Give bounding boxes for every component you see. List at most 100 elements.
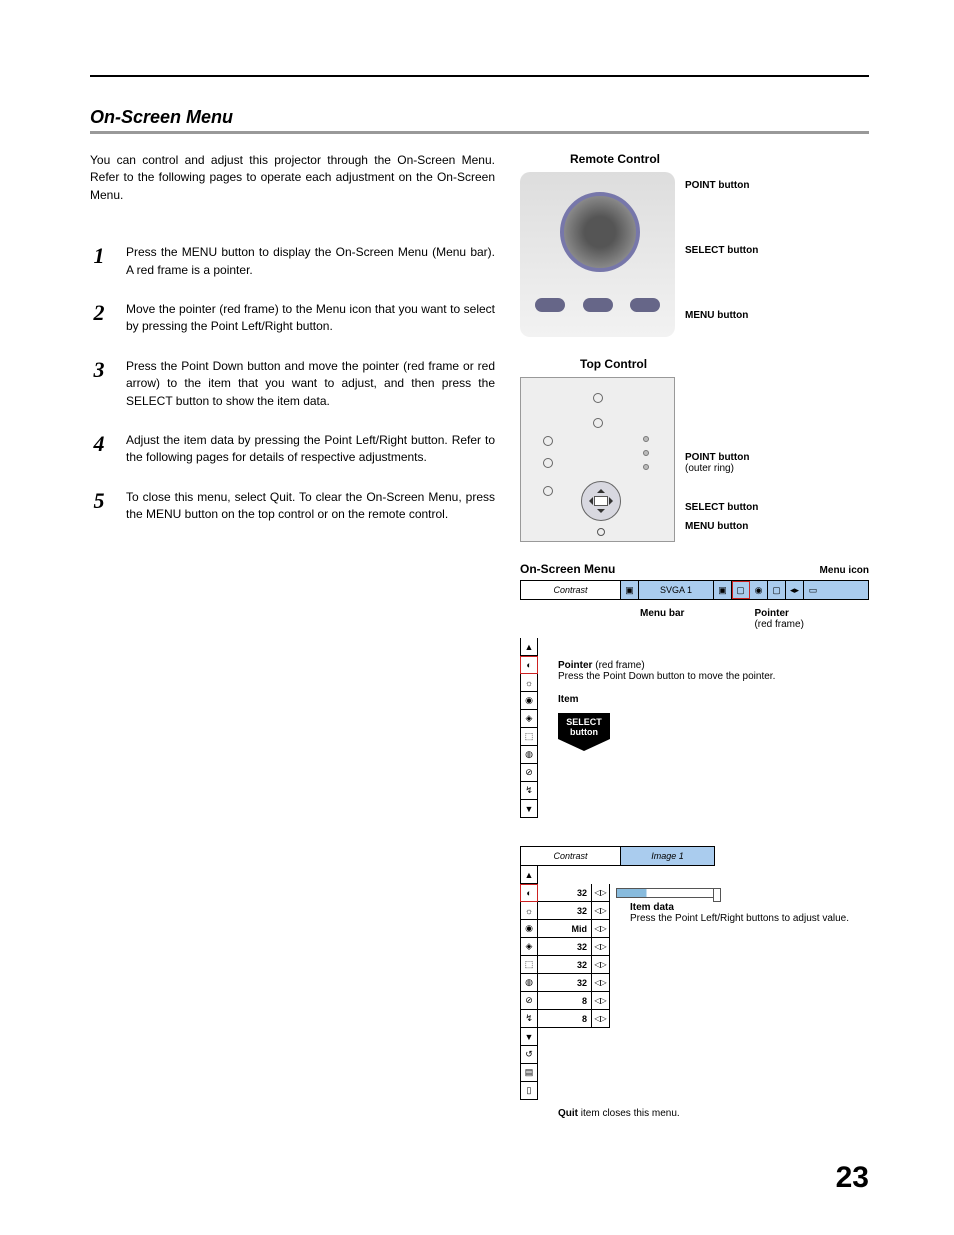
- step-list: 1 Press the MENU button to display the O…: [90, 244, 495, 523]
- item-value: Mid: [538, 920, 592, 938]
- adjust-arrows-icon: ◁▷: [592, 1010, 610, 1028]
- bar-mode: Image 1: [621, 847, 714, 865]
- adjust-arrows-icon: ◁▷: [592, 938, 610, 956]
- osd2-row: ▼: [520, 1028, 869, 1046]
- tail-icon: ▤: [520, 1064, 538, 1082]
- step-5: 5 To close this menu, select Quit. To cl…: [90, 489, 495, 524]
- item-icon: ◉: [520, 920, 538, 938]
- side-pointer-label: Pointer: [558, 660, 592, 671]
- osd-figure-2: Contrast Image 1 ▲◐32◁▷☼32◁▷Item dataPre…: [520, 846, 869, 1119]
- item-value: 8: [538, 992, 592, 1010]
- quit-annotation: Quit item closes this menu.: [520, 1100, 869, 1119]
- step-text: Press the Point Down button and move the…: [126, 358, 495, 410]
- adjust-arrows-icon: ◁▷: [592, 992, 610, 1010]
- step-number: 5: [90, 489, 108, 512]
- step-text: To close this menu, select Quit. To clea…: [126, 489, 495, 524]
- step-number: 4: [90, 432, 108, 455]
- osd2-tail-row: ↺: [520, 1046, 869, 1064]
- item-icon: ▼: [520, 800, 538, 818]
- source-icon: ▣: [621, 581, 639, 599]
- item-icon: ◐: [520, 884, 538, 902]
- item-value: 32: [538, 974, 592, 992]
- osd2-row: ⬚32◁▷: [520, 956, 869, 974]
- top-title: Top Control: [520, 357, 869, 371]
- osd2-row: ▲: [520, 866, 869, 884]
- osd2-row: ◍32◁▷: [520, 974, 869, 992]
- item-icon: ⬚: [520, 956, 538, 974]
- menu-bar-label: Menu bar: [640, 608, 684, 619]
- item-icon: ▲: [520, 866, 538, 884]
- item-icon: ◈: [520, 938, 538, 956]
- top-rule: [90, 75, 869, 77]
- item-icon: ◉: [520, 692, 538, 710]
- step-2: 2 Move the pointer (red frame) to the Me…: [90, 301, 495, 336]
- menu-icon: ▣: [714, 581, 732, 599]
- adjust-arrows-icon: ◁▷: [592, 956, 610, 974]
- step-4: 4 Adjust the item data by pressing the P…: [90, 432, 495, 467]
- step-1: 1 Press the MENU button to display the O…: [90, 244, 495, 279]
- menu-icon-label: Menu icon: [820, 565, 869, 576]
- item-icon-selected: ◐: [520, 656, 538, 674]
- intro-text: You can control and adjust this projecto…: [90, 152, 495, 204]
- item-icon: ↯: [520, 782, 538, 800]
- osd-figure-1: On-Screen Menu Menu icon Contrast ▣ SVGA…: [520, 562, 869, 818]
- osd2-row: ◐32◁▷: [520, 884, 869, 902]
- item-data-annotation: Item dataPress the Point Left/Right butt…: [610, 902, 849, 920]
- top-control-illustration: [520, 377, 675, 542]
- item-label: Item: [558, 694, 775, 705]
- two-column-layout: You can control and adjust this projecto…: [90, 152, 869, 1129]
- osd-title: On-Screen Menu: [520, 562, 615, 576]
- callout-menu: MENU button: [685, 521, 748, 532]
- item-icon: ⊘: [520, 992, 538, 1010]
- osd2-row: ☼32◁▷Item dataPress the Point Left/Right…: [520, 902, 869, 920]
- menu-icon-selected: ▢: [732, 581, 750, 599]
- left-column: You can control and adjust this projecto…: [90, 152, 495, 1129]
- pointer-label: Pointer: [754, 608, 788, 619]
- quit-label: Quit: [558, 1108, 578, 1119]
- osd-side-annotations: Pointer (red frame) Press the Point Down…: [538, 638, 775, 818]
- item-icon: ⬚: [520, 728, 538, 746]
- osd-menu-bar: Contrast ▣ SVGA 1 ▣ ▢ ◉ ▢ ◂▸ ▭: [520, 580, 869, 600]
- step-number: 1: [90, 244, 108, 267]
- item-value: 32: [538, 956, 592, 974]
- remote-illustration: [520, 172, 675, 337]
- osd2-row: ⊘8◁▷: [520, 992, 869, 1010]
- quit-text: item closes this menu.: [578, 1108, 680, 1119]
- osd2-tail-row: ▯: [520, 1082, 869, 1100]
- value-slider: [616, 888, 716, 898]
- page-number: 23: [836, 1161, 869, 1195]
- item-value: 8: [538, 1010, 592, 1028]
- callout-point: POINT button: [685, 452, 749, 463]
- step-text: Adjust the item data by pressing the Poi…: [126, 432, 495, 467]
- bar-mode: SVGA 1: [639, 581, 714, 599]
- adjust-arrows-icon: ◁▷: [592, 884, 610, 902]
- menu-icon: ◉: [750, 581, 768, 599]
- menu-icon: ◂▸: [786, 581, 804, 599]
- adjust-arrows-icon: ◁▷: [592, 902, 610, 920]
- item-icon: ⊘: [520, 764, 538, 782]
- remote-title: Remote Control: [520, 152, 869, 166]
- item-icon: ☼: [520, 902, 538, 920]
- item-icon: ☼: [520, 674, 538, 692]
- step-text: Press the MENU button to display the On-…: [126, 244, 495, 279]
- item-icon: ▲: [520, 638, 538, 656]
- item-icon: ◍: [520, 974, 538, 992]
- item-icon: ↯: [520, 1010, 538, 1028]
- osd2-tail-row: ▤: [520, 1064, 869, 1082]
- tail-icon: ↺: [520, 1046, 538, 1064]
- osd-item-column: ▲ ◐ ☼ ◉ ◈ ⬚ ◍ ⊘ ↯ ▼: [520, 638, 538, 818]
- osd2-rows: ▲◐32◁▷☼32◁▷Item dataPress the Point Left…: [520, 866, 869, 1100]
- step-text: Move the pointer (red frame) to the Menu…: [126, 301, 495, 336]
- remote-callouts: POINT button SELECT button MENU button: [685, 172, 758, 337]
- osd2-row: ↯8◁▷: [520, 1010, 869, 1028]
- item-value: 32: [538, 902, 592, 920]
- osd-bar-labels: Menu bar Pointer (red frame): [520, 600, 869, 638]
- side-pointer-text: Press the Point Down button to move the …: [558, 671, 775, 682]
- menu-icon: ▭: [804, 581, 822, 599]
- bar-title: Contrast: [521, 847, 621, 865]
- step-3: 3 Press the Point Down button and move t…: [90, 358, 495, 410]
- menu-icon: ▢: [768, 581, 786, 599]
- remote-control-figure: Remote Control POINT button SELECT butto…: [520, 152, 869, 337]
- adjust-arrows-icon: ◁▷: [592, 920, 610, 938]
- step-number: 3: [90, 358, 108, 381]
